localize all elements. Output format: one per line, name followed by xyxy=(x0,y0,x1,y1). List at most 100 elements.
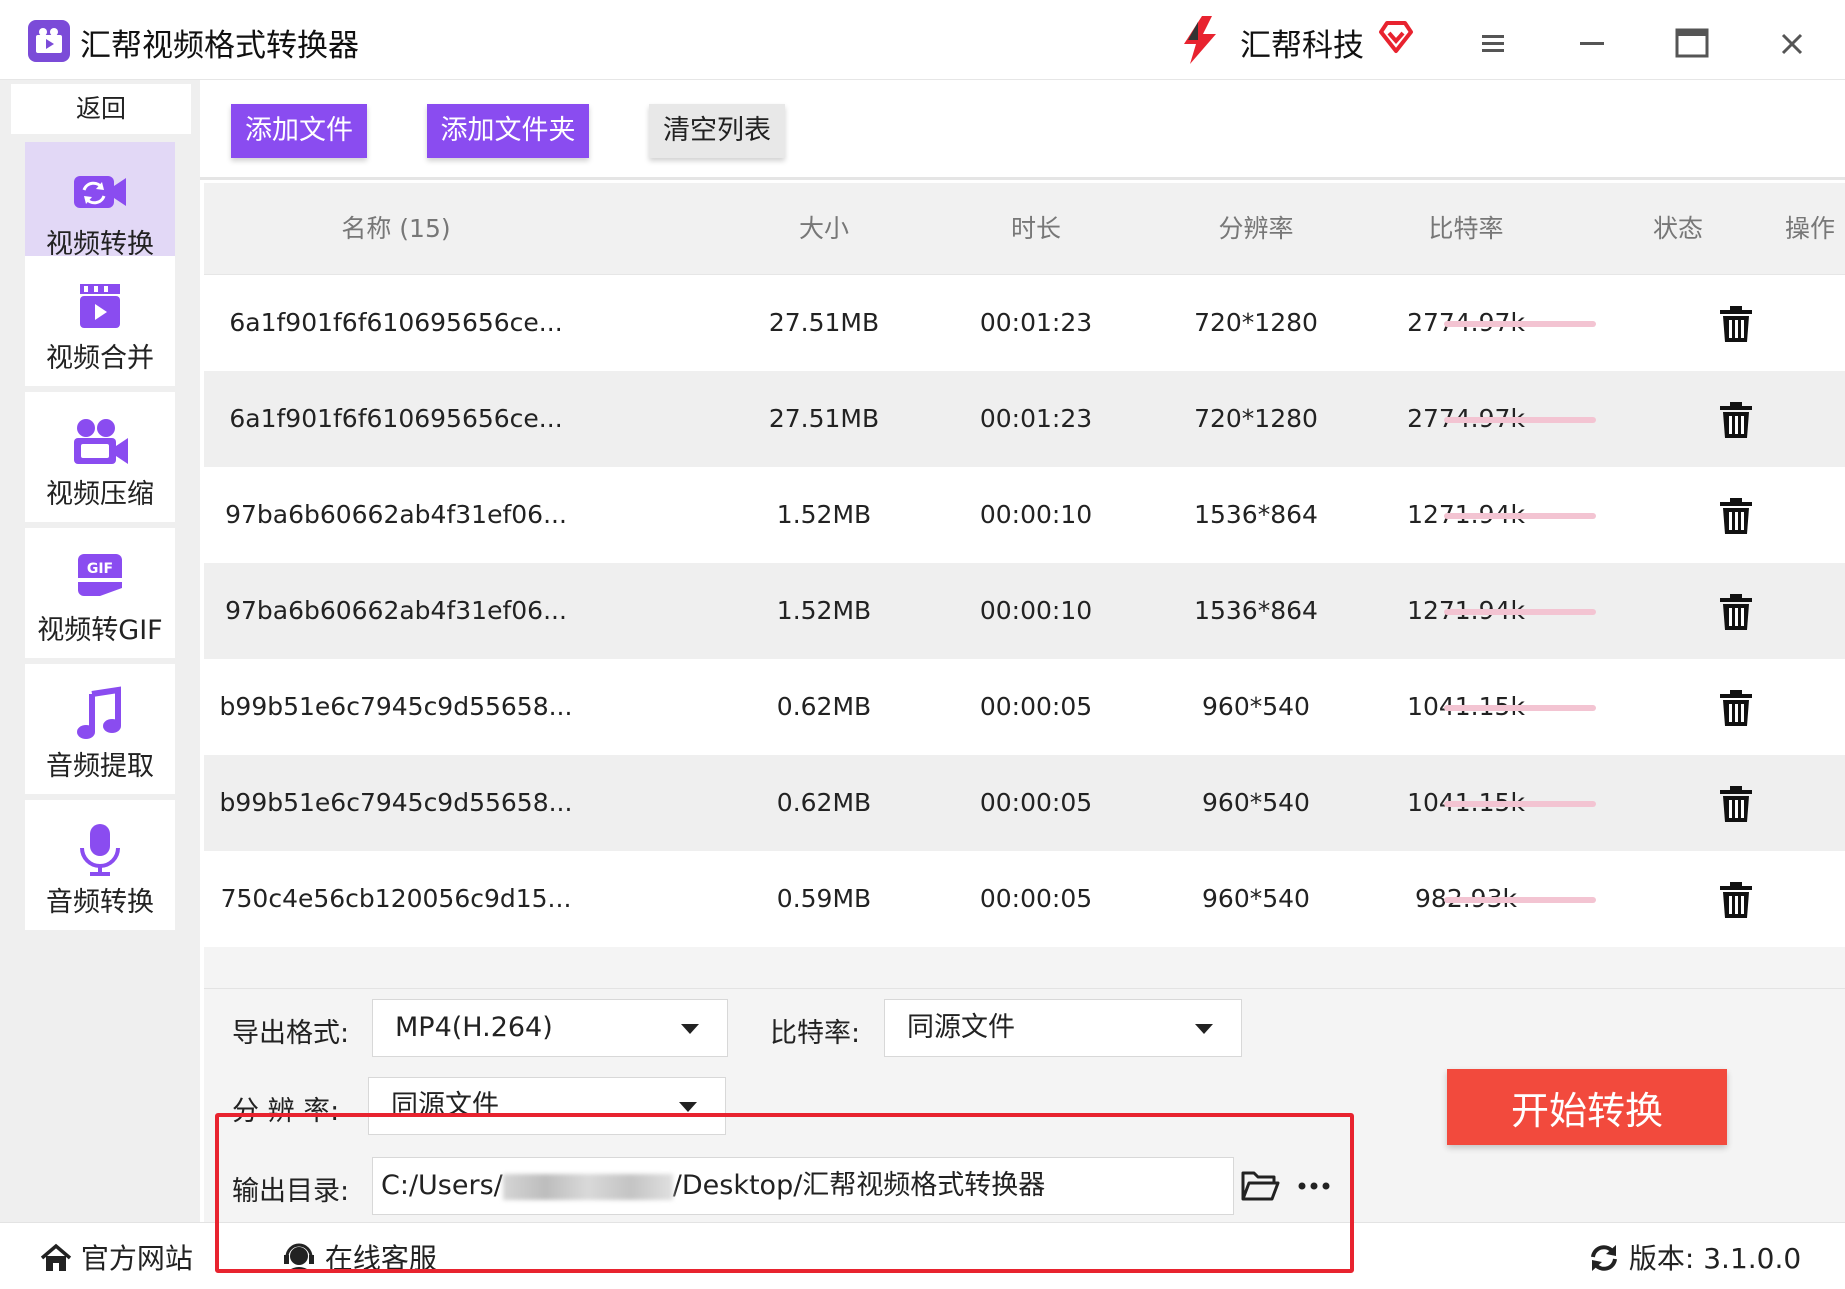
status-progress-bar xyxy=(1444,321,1596,327)
file-duration: 00:00:10 xyxy=(979,596,1093,625)
resolution-select[interactable]: 同源文件 xyxy=(368,1077,726,1135)
status-progress-bar xyxy=(1444,417,1596,423)
add-file-button[interactable]: 添加文件 xyxy=(231,104,367,158)
file-resolution: 960*540 xyxy=(1202,788,1310,817)
app-logo-icon xyxy=(28,20,70,62)
sidebar-item-label: 视频转GIF xyxy=(37,615,163,646)
microphone-icon xyxy=(80,824,120,876)
sidebar-item-label: 视频压缩 xyxy=(46,479,154,510)
trash-icon[interactable] xyxy=(1718,881,1754,919)
file-duration: 00:01:23 xyxy=(979,308,1093,337)
sidebar-item-audio-extract[interactable]: 音频提取 xyxy=(25,664,175,794)
file-size: 0.59MB xyxy=(776,884,872,913)
minimize-icon[interactable] xyxy=(1572,24,1612,64)
status-progress-bar xyxy=(1444,513,1596,519)
toolbar: 添加文件 添加文件夹 清空列表 xyxy=(200,80,1845,180)
bitrate-select[interactable]: 同源文件 xyxy=(884,999,1242,1057)
footer: 官方网站 在线客服 版本: 3.1.0.0 xyxy=(0,1222,1845,1289)
version-info[interactable]: 版本: 3.1.0.0 xyxy=(1588,1237,1801,1277)
file-resolution: 960*540 xyxy=(1202,692,1310,721)
header-resolution[interactable]: 分辨率 xyxy=(1156,183,1356,275)
file-name: b99b51e6c7945c9d55658... xyxy=(219,692,573,721)
file-size: 1.52MB xyxy=(776,596,872,625)
trash-icon[interactable] xyxy=(1718,689,1754,727)
file-size: 1.52MB xyxy=(776,500,872,529)
sidebar: 返回 视频转换 视频合并 视频压缩 GIF 视频转GIF 音频提取 音频转换 xyxy=(0,80,200,1222)
status-progress-bar xyxy=(1444,609,1596,615)
start-convert-button[interactable]: 开始转换 xyxy=(1447,1069,1727,1145)
sidebar-item-label: 视频合并 xyxy=(46,343,154,374)
file-size: 27.51MB xyxy=(768,404,880,433)
file-name: b99b51e6c7945c9d55658... xyxy=(219,788,573,817)
format-label: 导出格式: xyxy=(232,1018,350,1049)
table-row[interactable]: b99b51e6c7945c9d55658... 0.62MB 00:00:05… xyxy=(204,755,1845,851)
file-name: 97ba6b60662ab4f31ef06... xyxy=(225,500,567,529)
sidebar-item-video-convert[interactable]: 视频转换 xyxy=(25,142,175,272)
status-progress-bar xyxy=(1444,897,1596,903)
video-compress-icon xyxy=(74,419,128,464)
output-path-prefix: C:/Users/ xyxy=(381,1170,503,1201)
version-label: 版本: 3.1.0.0 xyxy=(1628,1242,1802,1275)
table-row[interactable]: b99b51e6c7945c9d55658... 0.62MB 00:00:05… xyxy=(204,659,1845,755)
output-dir-label: 输出目录: xyxy=(232,1176,350,1207)
table-row[interactable]: 97ba6b60662ab4f31ef06... 1.52MB 00:00:10… xyxy=(204,563,1845,659)
table-row[interactable]: 750c4e56cb120056c9d15... 0.59MB 00:00:05… xyxy=(204,851,1845,947)
chevron-down-icon xyxy=(1195,1024,1213,1034)
bitrate-label: 比特率: xyxy=(770,1018,861,1049)
redacted-username xyxy=(502,1173,673,1200)
table-header: 名称 (15) 大小 时长 分辨率 比特率 状态 操作 xyxy=(204,183,1845,275)
sidebar-item-video-compress[interactable]: 视频压缩 xyxy=(25,392,175,522)
sidebar-item-audio-convert[interactable]: 音频转换 xyxy=(25,800,175,930)
chevron-down-icon xyxy=(679,1102,697,1112)
header-bitrate[interactable]: 比特率 xyxy=(1366,183,1566,275)
add-folder-button[interactable]: 添加文件夹 xyxy=(427,104,589,158)
title-bar: 汇帮视频格式转换器 汇帮科技 xyxy=(0,0,1845,80)
settings-panel: 导出格式: MP4(H.264) 比特率: 同源文件 分 辨 率: 同源文件 开… xyxy=(204,988,1845,1222)
trash-icon[interactable] xyxy=(1718,593,1754,631)
support-link[interactable]: 在线客服 xyxy=(282,1237,437,1277)
header-name[interactable]: 名称 (15) xyxy=(204,183,588,275)
file-name: 6a1f901f6f610695656ce... xyxy=(229,308,563,337)
website-link[interactable]: 官方网站 xyxy=(40,1237,193,1277)
output-dir-input[interactable]: C:/Users/ /Desktop/汇帮视频格式转换器 xyxy=(372,1157,1234,1215)
menu-icon[interactable] xyxy=(1472,24,1512,64)
sidebar-item-label: 音频提取 xyxy=(46,751,154,782)
file-name: 6a1f901f6f610695656ce... xyxy=(229,404,563,433)
file-name: 750c4e56cb120056c9d15... xyxy=(220,884,572,913)
file-duration: 00:00:05 xyxy=(979,788,1093,817)
svg-text:GIF: GIF xyxy=(87,561,113,577)
more-options-icon[interactable] xyxy=(1294,1171,1334,1201)
file-size: 27.51MB xyxy=(768,308,880,337)
close-icon[interactable] xyxy=(1772,24,1812,64)
support-link-label: 在线客服 xyxy=(324,1242,437,1275)
clear-list-button[interactable]: 清空列表 xyxy=(649,104,785,158)
format-select[interactable]: MP4(H.264) xyxy=(372,999,728,1057)
maximize-icon[interactable] xyxy=(1672,24,1712,64)
folder-open-icon[interactable] xyxy=(1240,1169,1280,1203)
website-link-label: 官方网站 xyxy=(80,1242,193,1275)
trash-icon[interactable] xyxy=(1718,401,1754,439)
format-select-value: MP4(H.264) xyxy=(395,1012,553,1043)
header-duration[interactable]: 时长 xyxy=(956,183,1116,275)
header-size[interactable]: 大小 xyxy=(744,183,904,275)
refresh-icon xyxy=(1591,1245,1617,1271)
sidebar-item-label: 音频转换 xyxy=(46,887,154,918)
vip-diamond-icon[interactable] xyxy=(1378,20,1414,54)
file-duration: 00:00:05 xyxy=(979,692,1093,721)
back-button[interactable]: 返回 xyxy=(11,84,191,134)
resolution-select-value: 同源文件 xyxy=(391,1090,499,1121)
sidebar-item-video-merge[interactable]: 视频合并 xyxy=(25,256,175,386)
table-row[interactable]: 97ba6b60662ab4f31ef06... 1.52MB 00:00:10… xyxy=(204,467,1845,563)
trash-icon[interactable] xyxy=(1718,497,1754,535)
trash-icon[interactable] xyxy=(1718,785,1754,823)
resolution-label: 分 辨 率: xyxy=(232,1096,340,1127)
video-convert-icon xyxy=(74,176,126,208)
table-row[interactable]: 6a1f901f6f610695656ce... 27.51MB 00:01:2… xyxy=(204,371,1845,467)
status-progress-bar xyxy=(1444,705,1596,711)
sidebar-item-video-gif[interactable]: GIF 视频转GIF xyxy=(25,528,175,658)
table-row[interactable]: 6a1f901f6f610695656ce... 27.51MB 00:01:2… xyxy=(204,275,1845,371)
file-duration: 00:00:10 xyxy=(979,500,1093,529)
header-action: 操作 xyxy=(1784,214,1835,243)
file-resolution: 720*1280 xyxy=(1194,308,1318,337)
trash-icon[interactable] xyxy=(1718,305,1754,343)
